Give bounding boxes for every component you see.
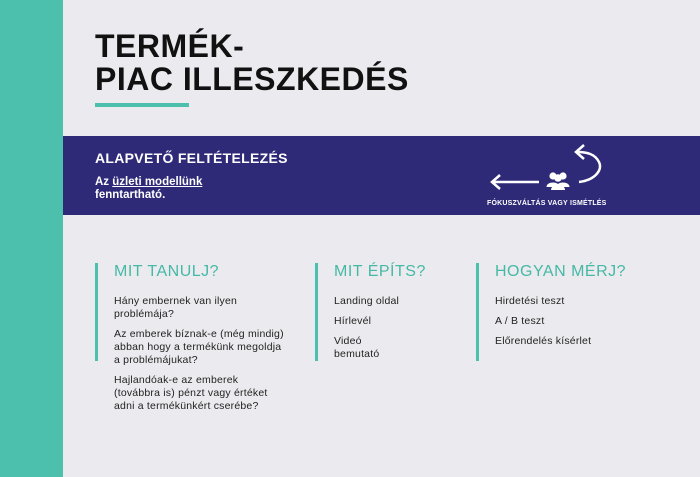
people-icon [546,172,570,190]
column-items: Hirdetési teszt A / B teszt Előrendelés … [495,295,591,355]
banner-text-suffix: fenntartható. [95,189,166,201]
title-line-1: TERMÉK- [95,28,245,64]
list-item: Hirdetési teszt [495,295,565,307]
assumption-banner: ALAPVETŐ FELTÉTELEZÉS Az üzleti modellün… [63,136,700,215]
page-title: TERMÉK- PIAC ILLESZKEDÉS [95,30,409,96]
repeat-arrow-icon [574,144,602,184]
title-underline [95,103,189,107]
column-items: Landing oldal Hírlevél Videó bemutató [334,295,410,368]
cycle-label: FÓKUSZVÁLTÁS VAGY ISMÉTLÉS [487,200,607,207]
list-item: Hajlandóak-e az emberek (továbbra is) pé… [114,374,268,412]
banner-text-prefix: Az [95,176,113,188]
banner-text: Az üzleti modellünk fenntartható. [95,176,295,202]
list-item: A / B teszt [495,315,545,327]
column-build: MIT ÉPÍTS? Landing oldal Hírlevél Videó … [315,263,425,361]
list-item: Hírlevél [334,315,372,327]
list-item: Előrendelés kísérlet [495,335,592,347]
left-accent-bar [0,0,63,477]
list-item: Hány embernek van ilyen problémája? [114,295,238,320]
column-heading: MIT ÉPÍTS? [334,263,426,280]
list-item: Landing oldal [334,295,400,307]
list-item: Az emberek bíznak-e (még mindig) abban h… [114,328,284,366]
pivot-arrow-icon [490,174,539,190]
banner-heading: ALAPVETŐ FELTÉTELEZÉS [95,150,288,166]
column-heading: HOGYAN MÉRJ? [495,263,627,280]
column-items: Hány embernek van ilyen problémája? Az e… [114,295,284,420]
column-measure: HOGYAN MÉRJ? Hirdetési teszt A / B teszt… [476,263,626,361]
title-line-2: PIAC ILLESZKEDÉS [95,61,409,97]
column-learn: MIT TANULJ? Hány embernek van ilyen prob… [95,263,284,412]
column-heading: MIT TANULJ? [114,263,220,280]
banner-text-underlined: üzleti modellünk [112,176,203,188]
list-item: Videó bemutató [334,335,380,360]
